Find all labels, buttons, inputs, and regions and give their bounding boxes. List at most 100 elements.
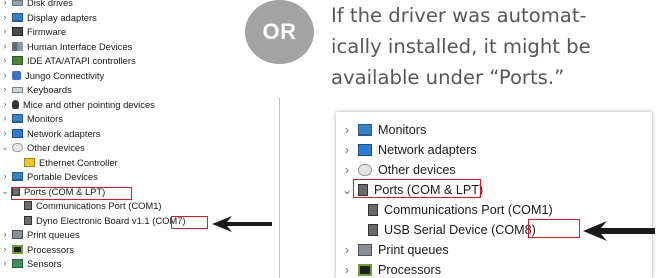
tree-item-label: Other devices (378, 163, 456, 177)
tree-item-display-adapters[interactable]: › Display adapters (0, 11, 97, 24)
or-label: OR (262, 19, 297, 44)
instructions-line-3: available under “Ports.” (331, 66, 565, 89)
chevron-right-icon[interactable]: › (0, 228, 10, 241)
tree-item-other-devices[interactable]: ⌄ Other devices (0, 141, 85, 154)
tree-item-label: Processors (27, 243, 74, 255)
processor-icon (12, 244, 23, 254)
chevron-right-icon[interactable]: › (0, 243, 10, 256)
tree-item-label: Network adapters (378, 143, 477, 157)
chevron-down-icon[interactable]: ⌄ (0, 141, 10, 154)
keyboard-icon (12, 86, 23, 93)
tree-item-communications-port[interactable]: Communications Port (COM1) (0, 199, 162, 212)
port-icon (24, 215, 32, 225)
tree-item-label: Ethernet Controller (39, 156, 118, 168)
vertical-divider (279, 98, 280, 278)
other-devices-icon (12, 143, 23, 152)
tree-item-portable-devices[interactable]: › Portable Devices (0, 170, 98, 183)
warning-device-icon (24, 157, 35, 167)
tree-item-communications-port[interactable]: Communications Port (COM1) (336, 200, 553, 220)
chevron-right-icon[interactable]: › (340, 143, 354, 157)
tree-item-dyno-board[interactable]: Dyno Electronic Board v1.1 (COM7) (0, 214, 186, 227)
chevron-right-icon[interactable]: › (0, 40, 10, 53)
chevron-right-icon[interactable]: › (0, 170, 10, 183)
tree-item-firmware[interactable]: › Firmware (0, 25, 67, 38)
tree-item-label: Communications Port (COM1) (36, 200, 162, 211)
tree-item-print-queues[interactable]: › Print queues (0, 228, 80, 241)
chevron-right-icon[interactable]: › (0, 98, 10, 111)
chevron-right-icon[interactable]: › (0, 83, 10, 96)
tree-item-monitors[interactable]: › Monitors (336, 120, 426, 140)
tree-item-label: IDE ATA/ATAPI controllers (27, 55, 136, 66)
chevron-right-icon[interactable]: › (0, 257, 10, 270)
tree-item-human-interface-devices[interactable]: › Human Interface Devices (0, 40, 133, 53)
network-adapter-icon (12, 128, 23, 138)
other-devices-icon (358, 164, 372, 176)
tree-item-label: Jungo Connectivity (25, 69, 105, 81)
sensor-icon (12, 259, 23, 268)
tree-item-network-adapters[interactable]: › Network adapters (0, 127, 101, 140)
chevron-right-icon[interactable]: › (0, 127, 10, 140)
tree-item-label: Processors (378, 263, 441, 277)
tree-item-label: Monitors (27, 113, 63, 124)
right-arrow-icon (583, 221, 655, 241)
tree-item-label: Mice and other pointing devices (23, 98, 155, 110)
tree-item-label: Keyboards (27, 84, 72, 95)
ide-controller-icon (12, 56, 23, 65)
port-icon (368, 204, 378, 216)
printer-icon (358, 244, 372, 256)
chevron-right-icon[interactable]: › (0, 112, 10, 125)
tree-item-label: Display adapters (27, 11, 97, 23)
port-icon (24, 201, 32, 210)
tree-item-ide-controllers[interactable]: › IDE ATA/ATAPI controllers (0, 54, 136, 67)
chevron-right-icon[interactable]: › (0, 11, 10, 24)
tree-item-processors[interactable]: › Processors (336, 260, 441, 278)
tree-item-processors[interactable]: › Processors (0, 243, 74, 256)
chevron-right-icon[interactable]: › (0, 25, 10, 38)
mouse-icon (12, 99, 19, 109)
chevron-right-icon[interactable]: › (0, 54, 10, 67)
ports-highlight-box (353, 179, 481, 198)
chevron-right-icon[interactable]: › (0, 0, 10, 9)
chevron-right-icon[interactable]: › (340, 163, 354, 177)
tree-item-label: Portable Devices (27, 171, 98, 182)
chevron-right-icon[interactable]: › (0, 69, 10, 82)
port-icon (368, 224, 378, 236)
chevron-right-icon[interactable]: › (340, 123, 354, 137)
firmware-icon (12, 27, 23, 36)
ports-highlight-box (11, 187, 132, 200)
chevron-right-icon[interactable]: › (340, 243, 354, 257)
tree-item-label: Human Interface Devices (27, 40, 133, 52)
chevron-down-icon[interactable]: ⌄ (0, 185, 10, 198)
left-device-manager-tree: › Disk drives › Display adapters › Firmw… (0, 0, 272, 278)
tree-item-label: Dyno Electronic Board v1.1 (COM7) (36, 214, 186, 226)
tree-item-mice[interactable]: › Mice and other pointing devices (0, 98, 155, 111)
tree-item-monitors[interactable]: › Monitors (0, 112, 63, 125)
tree-item-label: Communications Port (COM1) (384, 203, 553, 217)
usb-icon (12, 70, 21, 80)
tree-item-usb-serial-device[interactable]: USB Serial Device (COM8) (336, 220, 536, 240)
monitor-icon (358, 124, 372, 136)
tree-item-label: Firmware (27, 26, 67, 37)
tree-item-label: Print queues (378, 243, 449, 257)
chevron-down-icon[interactable]: ⌄ (340, 183, 354, 197)
instructions-text: If the driver was automat- ically instal… (331, 0, 663, 93)
tree-item-keyboards[interactable]: › Keyboards (0, 83, 72, 96)
display-adapter-icon (12, 12, 23, 22)
tree-item-label: Sensors (27, 258, 62, 269)
tree-item-label: Network adapters (27, 127, 101, 139)
chevron-right-icon[interactable]: › (340, 263, 354, 277)
network-adapter-icon (358, 144, 372, 156)
monitor-icon (12, 114, 23, 123)
portable-devices-icon (12, 172, 23, 181)
tree-item-other-devices[interactable]: › Other devices (336, 160, 456, 180)
tree-item-sensors[interactable]: › Sensors (0, 257, 62, 270)
processor-icon (358, 264, 372, 276)
instructions-line-2: ically installed, it might be (331, 35, 591, 58)
instructions-line-1: If the driver was automat- (331, 4, 587, 27)
tree-item-network-adapters[interactable]: › Network adapters (336, 140, 477, 160)
tree-item-ethernet-controller[interactable]: Ethernet Controller (0, 156, 118, 169)
tree-item-disk-drives[interactable]: › Disk drives (0, 0, 73, 9)
tree-item-print-queues[interactable]: › Print queues (336, 240, 449, 260)
tree-item-jungo-connectivity[interactable]: › Jungo Connectivity (0, 69, 105, 82)
tree-item-label: USB Serial Device (COM8) (384, 223, 536, 237)
